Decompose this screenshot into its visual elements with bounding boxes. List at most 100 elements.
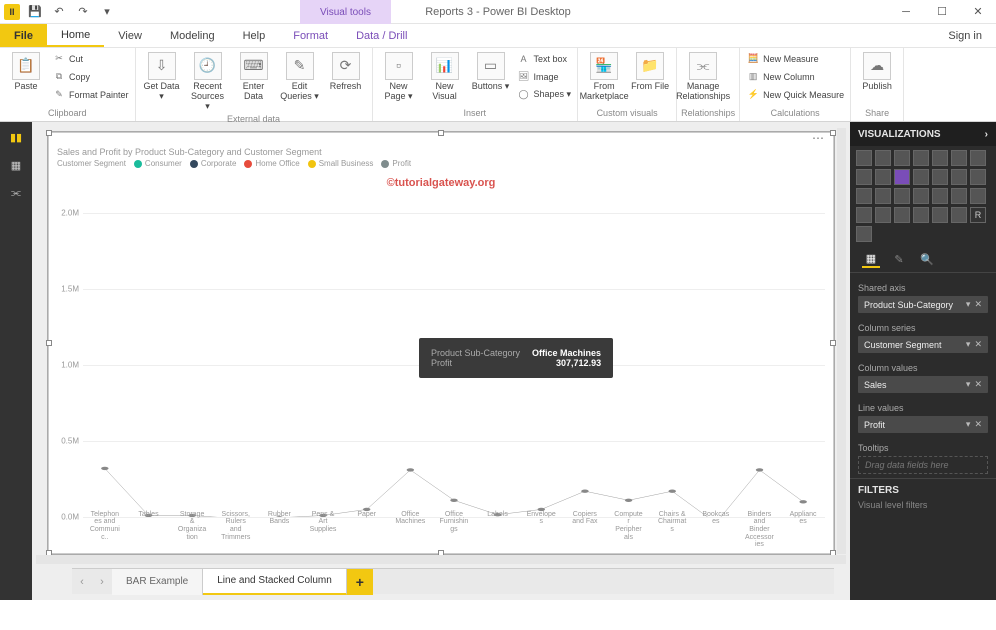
new-page-button[interactable]: ▫New Page ▾ bbox=[377, 50, 421, 104]
minimize-button[interactable]: ─ bbox=[888, 0, 924, 24]
viz-donut-icon[interactable] bbox=[875, 188, 891, 204]
field-menu-icon[interactable]: ▾ bbox=[966, 379, 971, 390]
tab-view[interactable]: View bbox=[104, 24, 156, 47]
redo-button[interactable]: ↷ bbox=[74, 3, 92, 21]
viz-waterfall-icon[interactable] bbox=[951, 169, 967, 185]
get-data-button[interactable]: ⇩Get Data ▾ bbox=[140, 50, 184, 104]
tab-file[interactable]: File bbox=[0, 24, 47, 47]
column-series-field[interactable]: Customer Segment▾✕ bbox=[858, 336, 988, 353]
column-values-field[interactable]: Sales▾✕ bbox=[858, 376, 988, 393]
viz-matrix-icon[interactable] bbox=[951, 207, 967, 223]
visual-card[interactable]: ⋯ Sales and Profit by Product Sub-Catego… bbox=[48, 132, 834, 554]
viz-stacked-area-icon[interactable] bbox=[875, 169, 891, 185]
viz-multirow-card-icon[interactable] bbox=[875, 207, 891, 223]
viz-slicer-icon[interactable] bbox=[913, 207, 929, 223]
data-view-button[interactable]: ▦ bbox=[6, 156, 26, 174]
page-prev-button[interactable]: ‹ bbox=[72, 576, 92, 588]
viz-clustered-bar-icon[interactable] bbox=[875, 150, 891, 166]
tooltips-label: Tooltips bbox=[858, 437, 988, 456]
save-button[interactable]: 💾 bbox=[26, 3, 44, 21]
from-marketplace-button[interactable]: 🏪From Marketplace bbox=[582, 50, 626, 104]
field-remove-icon[interactable]: ✕ bbox=[974, 339, 982, 350]
viz-treemap-icon[interactable] bbox=[894, 188, 910, 204]
viz-map-icon[interactable] bbox=[913, 188, 929, 204]
viz-clustered-column-icon[interactable] bbox=[913, 150, 929, 166]
page-tab-bar-example[interactable]: BAR Example bbox=[112, 569, 203, 595]
viz-100-bar-icon[interactable] bbox=[932, 150, 948, 166]
paste-button[interactable]: 📋Paste bbox=[4, 50, 48, 94]
tab-format[interactable]: Format bbox=[279, 24, 342, 47]
sign-in-link[interactable]: Sign in bbox=[934, 24, 996, 47]
field-remove-icon[interactable]: ✕ bbox=[974, 299, 982, 310]
field-remove-icon[interactable]: ✕ bbox=[974, 419, 982, 430]
tooltips-well[interactable]: Drag data fields here bbox=[858, 456, 988, 474]
viz-pie-icon[interactable] bbox=[856, 188, 872, 204]
tab-help[interactable]: Help bbox=[229, 24, 280, 47]
viz-kpi-icon[interactable] bbox=[894, 207, 910, 223]
viz-scatter-icon[interactable] bbox=[970, 169, 986, 185]
shapes-button[interactable]: ◯Shapes ▾ bbox=[515, 86, 574, 103]
viz-r-icon[interactable]: R bbox=[970, 207, 986, 223]
new-quick-measure-button[interactable]: ⚡New Quick Measure bbox=[744, 86, 846, 103]
buttons-button[interactable]: ▭Buttons ▾ bbox=[469, 50, 513, 94]
recent-sources-button[interactable]: 🕘Recent Sources ▾ bbox=[186, 50, 230, 114]
canvas-scrollbar-v[interactable] bbox=[837, 128, 846, 554]
new-column-button[interactable]: ▥New Column bbox=[744, 68, 846, 85]
viz-area-icon[interactable] bbox=[856, 169, 872, 185]
cut-button[interactable]: ✂Cut bbox=[50, 50, 131, 67]
viz-gauge-icon[interactable] bbox=[970, 188, 986, 204]
viz-stacked-bar-icon[interactable] bbox=[856, 150, 872, 166]
group-custom-label: Custom visuals bbox=[582, 108, 672, 119]
format-painter-button[interactable]: ✎Format Painter bbox=[50, 86, 131, 103]
viz-ribbon-icon[interactable] bbox=[932, 169, 948, 185]
viz-funnel-icon[interactable] bbox=[951, 188, 967, 204]
collapse-pane-button[interactable]: › bbox=[985, 129, 988, 140]
undo-button[interactable]: ↶ bbox=[50, 3, 68, 21]
new-measure-button[interactable]: 🧮New Measure bbox=[744, 50, 846, 67]
enter-data-button[interactable]: ⌨Enter Data bbox=[232, 50, 276, 104]
edit-queries-button[interactable]: ✎Edit Queries ▾ bbox=[278, 50, 322, 104]
viz-card-icon[interactable] bbox=[856, 207, 872, 223]
qat-dropdown[interactable]: ▾ bbox=[98, 3, 116, 21]
tab-data-drill[interactable]: Data / Drill bbox=[342, 24, 421, 47]
image-button[interactable]: 🖼Image bbox=[515, 68, 574, 85]
resize-handle[interactable] bbox=[830, 340, 836, 346]
close-button[interactable]: ✕ bbox=[960, 0, 996, 24]
resize-handle[interactable] bbox=[46, 340, 52, 346]
textbox-button[interactable]: AText box bbox=[515, 50, 574, 67]
viz-filled-map-icon[interactable] bbox=[932, 188, 948, 204]
report-view-button[interactable]: ▮▮ bbox=[6, 128, 26, 146]
manage-relationships-button[interactable]: ⫘Manage Relationships bbox=[681, 50, 725, 104]
new-visual-button[interactable]: 📊New Visual bbox=[423, 50, 467, 104]
add-page-button[interactable]: + bbox=[347, 569, 373, 595]
page-next-button[interactable]: › bbox=[92, 576, 112, 588]
field-remove-icon[interactable]: ✕ bbox=[974, 379, 982, 390]
analytics-tab[interactable]: 🔍 bbox=[918, 250, 936, 268]
shared-axis-field[interactable]: Product Sub-Category▾✕ bbox=[858, 296, 988, 313]
field-menu-icon[interactable]: ▾ bbox=[966, 299, 971, 310]
format-tab[interactable]: ✎ bbox=[890, 250, 908, 268]
model-view-button[interactable]: ⫘ bbox=[6, 184, 26, 202]
maximize-button[interactable]: ☐ bbox=[924, 0, 960, 24]
canvas-scrollbar-h[interactable] bbox=[36, 555, 846, 564]
viz-table-icon[interactable] bbox=[932, 207, 948, 223]
viz-100-column-icon[interactable] bbox=[951, 150, 967, 166]
field-menu-icon[interactable]: ▾ bbox=[966, 419, 971, 430]
publish-button[interactable]: ☁Publish bbox=[855, 50, 899, 94]
tab-modeling[interactable]: Modeling bbox=[156, 24, 229, 47]
viz-stacked-column-icon[interactable] bbox=[894, 150, 910, 166]
tab-home[interactable]: Home bbox=[47, 24, 104, 47]
fields-tab[interactable]: ▦ bbox=[862, 250, 880, 268]
viz-line-clustered-column-icon[interactable] bbox=[913, 169, 929, 185]
viz-line-icon[interactable] bbox=[970, 150, 986, 166]
report-canvas[interactable]: ⋯ Sales and Profit by Product Sub-Catego… bbox=[32, 122, 850, 600]
from-file-button[interactable]: 📁From File bbox=[628, 50, 672, 94]
copy-button[interactable]: ⧉Copy bbox=[50, 68, 131, 85]
viz-line-stacked-column-icon[interactable] bbox=[894, 169, 910, 185]
line-values-field[interactable]: Profit▾✕ bbox=[858, 416, 988, 433]
viz-custom-icon[interactable] bbox=[856, 226, 872, 242]
page-tab-line-stacked[interactable]: Line and Stacked Column bbox=[203, 569, 347, 595]
refresh-button[interactable]: ⟳Refresh bbox=[324, 50, 368, 94]
visual-options-button[interactable]: ⋯ bbox=[812, 131, 825, 145]
field-menu-icon[interactable]: ▾ bbox=[966, 339, 971, 350]
